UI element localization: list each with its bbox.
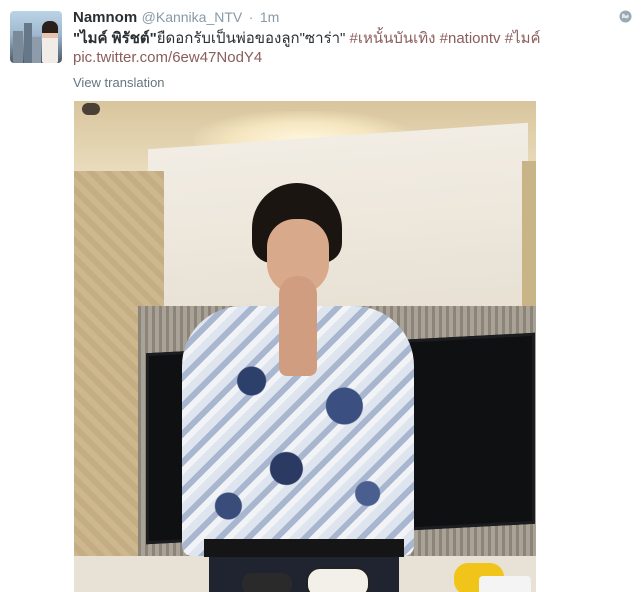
photo-microphone — [306, 567, 370, 592]
tweet-text-body: ยืดอกรับเป็นพ่อของลูก"ซาร่า" — [156, 30, 350, 47]
avatar-person — [42, 21, 58, 63]
tweet-photo[interactable] — [74, 101, 536, 592]
photo-microphone — [479, 576, 531, 592]
author-name[interactable]: Namnom — [73, 9, 137, 26]
hashtag-link[interactable]: #ไมค์ — [505, 30, 541, 47]
avatar-bg-building — [24, 23, 32, 63]
photo-microphone — [242, 573, 292, 592]
tweet-text-bold: "ไมค์ พิรัชต์" — [73, 30, 157, 47]
hashtag-link[interactable]: #เหนั้นบันเทิง — [350, 30, 436, 47]
avatar-bg-building — [32, 37, 41, 63]
tweet-timestamp[interactable]: 1m — [260, 9, 279, 25]
media-link[interactable]: pic.twitter.com/6ew47NodY4 — [73, 49, 262, 66]
author-handle[interactable]: @Kannika_NTV — [142, 9, 243, 25]
view-translation-link[interactable]: View translation — [73, 75, 165, 90]
tweet-header: Namnom @Kannika_NTV · 1m — [73, 9, 613, 29]
photo-camera — [82, 103, 100, 115]
separator-dot: · — [248, 9, 254, 25]
avatar-bg-building — [13, 31, 23, 63]
tweet-text: "ไมค์ พิรัชต์"ยืดอกรับเป็นพ่อของลูก"ซาร่… — [73, 28, 628, 50]
author-avatar[interactable] — [10, 11, 62, 63]
hashtag-link[interactable]: #nationtv — [440, 30, 501, 47]
photo-person-hands — [279, 276, 317, 376]
photo-person-jeans — [209, 557, 399, 592]
photo-person-belt — [204, 539, 404, 557]
globe-icon[interactable] — [619, 10, 632, 23]
